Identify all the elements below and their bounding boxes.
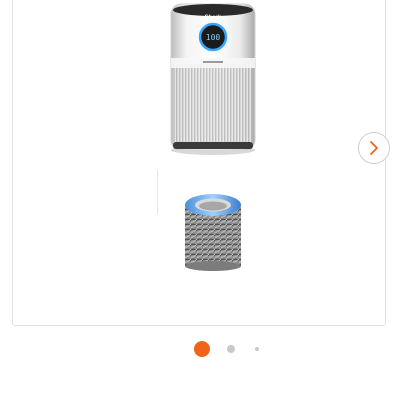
- carousel-dot-2[interactable]: [227, 345, 235, 353]
- replacement-filter: [185, 194, 241, 271]
- next-slide-button[interactable]: [358, 132, 390, 164]
- purifier-display-readout: 100: [206, 33, 221, 42]
- purifier-brand-logo: Shark: [205, 15, 222, 21]
- carousel-dot-3[interactable]: [255, 347, 259, 351]
- product-image: 100 Shark: [170, 3, 256, 271]
- product-image-carousel: 100 Shark: [12, 0, 390, 326]
- air-purifier-unit: 100 Shark: [170, 3, 256, 155]
- chevron-right-icon: [370, 141, 378, 155]
- carousel-dot-1[interactable]: [194, 341, 210, 357]
- image-divider: [157, 170, 158, 214]
